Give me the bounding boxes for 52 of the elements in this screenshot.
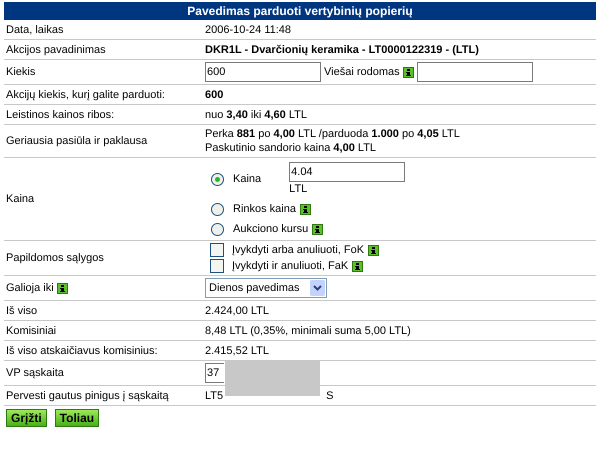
field-label: Pervesti gautus pinigus į sąskaitą — [6, 390, 169, 402]
dropdown[interactable]: Dienos pavedimas — [205, 278, 327, 298]
input-field[interactable] — [416, 62, 533, 82]
info-icon[interactable] — [368, 244, 380, 256]
field-label: VP sąskaita — [6, 367, 64, 379]
field-value: S — [326, 388, 334, 402]
checkbox[interactable] — [210, 243, 224, 257]
button[interactable]: Toliau — [54, 409, 100, 427]
field-label: Viešai rodomas — [324, 65, 400, 79]
field-value: 600 — [205, 88, 224, 102]
field-label: Galioja iki — [6, 282, 54, 294]
form-title: Pavedimas parduoti vertybinių popierių — [4, 2, 596, 20]
field-label: Kiekis — [6, 66, 36, 78]
option-label: Įvykdyti ir anuliuoti, FaK — [232, 259, 348, 273]
checkbox[interactable] — [210, 259, 224, 273]
info-icon[interactable] — [402, 66, 414, 78]
field-label: Papildomos sąlygos — [6, 252, 104, 264]
field-value: Paskutinio sandorio kaina 4,00 LTL — [205, 141, 378, 155]
field-value: 2.415,52 LTL — [205, 344, 270, 358]
unit-label: LTL — [289, 182, 308, 196]
field-value: Perka 881 po 4,00 LTL /parduoda 1.000 po 4,05 LTL — [205, 127, 460, 141]
field-value: 2.424,00 LTL — [205, 304, 270, 318]
option-label: Kaina — [233, 172, 262, 186]
option-label: Įvykdyti arba anuliuoti, FoK — [232, 243, 364, 257]
input-field[interactable]: 4.04 — [289, 162, 406, 182]
radio-button[interactable] — [211, 202, 224, 216]
field-value: nuo 3,40 iki 4,60 LTL — [205, 108, 307, 122]
field-value: 2006-10-24 11:48 — [205, 22, 292, 36]
radio-button[interactable] — [211, 222, 224, 236]
field-label: Data, laikas — [6, 24, 64, 36]
field-value: 8,48 LTL (0,35%, minimali suma 5,00 LTL) — [205, 324, 411, 338]
field-label: Komisiniai — [6, 324, 56, 336]
info-icon[interactable] — [312, 224, 324, 234]
button[interactable]: Grįžti — [6, 409, 47, 427]
field-value: LT5 — [205, 388, 224, 402]
field-label: Iš viso — [6, 304, 38, 316]
field-label: Akcijos pavadinimas — [6, 44, 106, 56]
info-icon[interactable] — [300, 204, 311, 214]
input-field[interactable]: 37 — [205, 363, 224, 383]
field-value: DKR1L - Dvarčionių keramika - LT0000122319 - (LTL) — [205, 42, 479, 56]
field-label: Kaina — [6, 193, 34, 205]
info-icon[interactable] — [352, 260, 364, 272]
field-label: Iš viso atskaičiavus komisinius: — [6, 344, 158, 356]
caret-icon — [313, 285, 322, 291]
field-label: Geriausia pasiūla ir paklausa — [6, 135, 148, 147]
input-field[interactable]: 600 — [205, 62, 321, 82]
field-label: Leistinos kainos ribos: — [6, 108, 114, 120]
field-label: Akcijų kiekis, kurį galite parduoti: — [6, 88, 165, 100]
option-label: Rinkos kaina — [233, 202, 296, 216]
info-icon[interactable] — [56, 282, 68, 294]
option-label: Aukciono kursu — [233, 222, 308, 236]
radio-button[interactable] — [211, 172, 224, 186]
